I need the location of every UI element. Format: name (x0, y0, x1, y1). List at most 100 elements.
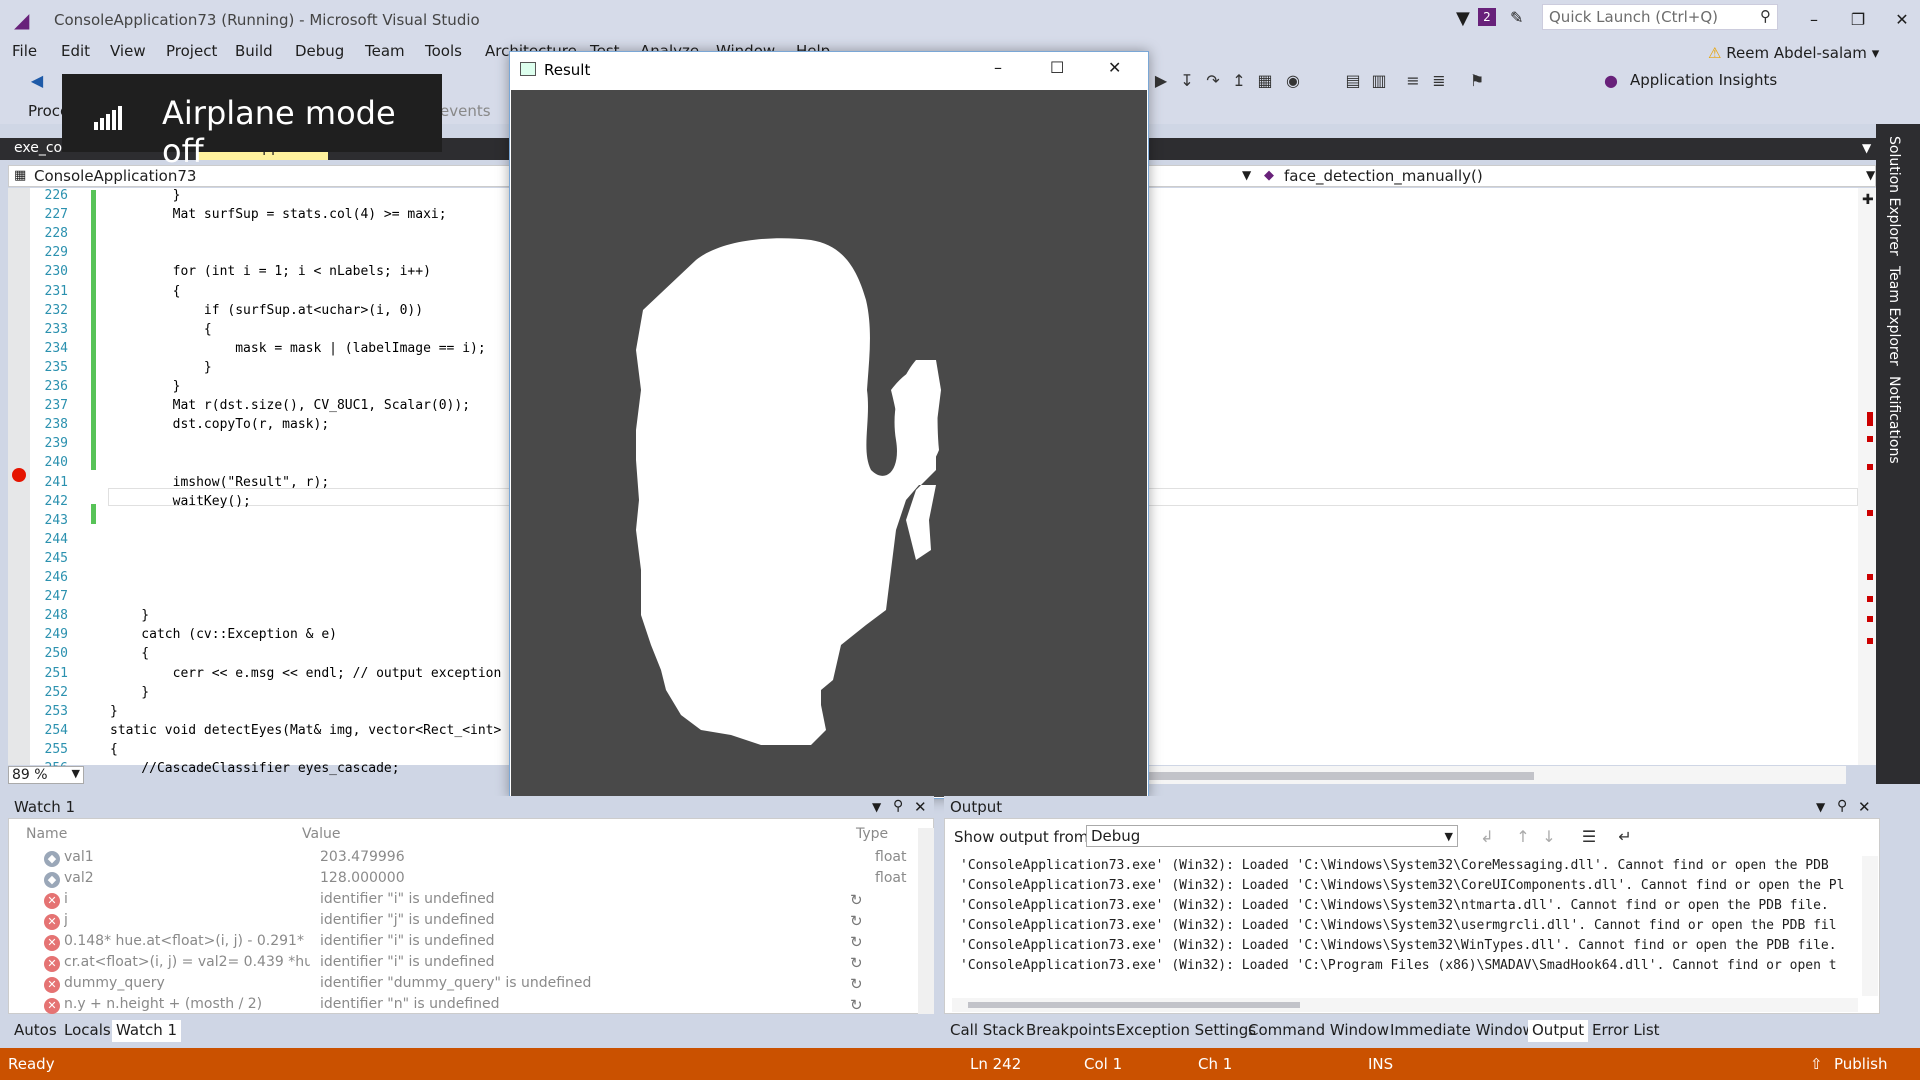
back-icon[interactable]: ◀ (26, 70, 48, 92)
bookmark-icon[interactable]: ⚑ (1466, 70, 1488, 92)
error-marker[interactable] (1867, 464, 1873, 470)
word-wrap-icon[interactable]: ↵ (1614, 826, 1636, 848)
watch-name[interactable]: 0.148* hue.at<float>(i, j) - 0.291* (64, 933, 310, 949)
step-into-icon[interactable]: ↧ (1176, 70, 1198, 92)
error-marker[interactable] (1867, 616, 1873, 622)
show-next-statement-icon[interactable]: ▶ (1150, 70, 1172, 92)
refresh-icon[interactable]: ↻ (850, 912, 863, 930)
watch-name[interactable]: val2 (64, 870, 310, 886)
code-line[interactable]: } (110, 188, 181, 203)
refresh-icon[interactable]: ↻ (850, 933, 863, 951)
code-line[interactable]: } (110, 379, 181, 394)
code-line[interactable]: cerr << e.msg << endl; // output excepti… (110, 666, 502, 681)
error-marker[interactable] (1867, 574, 1873, 580)
code-line[interactable]: { (110, 284, 181, 299)
close-icon[interactable]: ✕ (914, 798, 927, 816)
split-window-icon[interactable]: ✚ (1862, 192, 1874, 208)
watch-name[interactable]: i (64, 891, 310, 907)
error-marker[interactable] (1867, 638, 1873, 644)
notification-count-badge[interactable]: 2 (1478, 8, 1496, 26)
properties-icon[interactable]: ▥ (1368, 70, 1390, 92)
pin-icon[interactable]: ⚲ (1837, 798, 1847, 814)
next-message-icon[interactable]: ↓ (1538, 826, 1560, 848)
result-close-button[interactable]: ✕ (1108, 58, 1121, 77)
code-line[interactable]: } (110, 608, 149, 623)
publish-icon[interactable]: ⇧ (1810, 1055, 1823, 1073)
function-dropdown-arrow-icon[interactable]: ▼ (1866, 168, 1875, 182)
watch-row[interactable]: ✕ 0.148* hue.at<float>(i, j) - 0.291* iden… (20, 933, 920, 953)
watch-column-value[interactable]: Value (302, 826, 340, 842)
vertical-scrollbar[interactable] (1858, 188, 1876, 765)
toolbox-icon[interactable]: ▤ (1342, 70, 1364, 92)
watch-name[interactable]: j (64, 912, 310, 928)
threads-icon[interactable]: ▦ (1254, 70, 1276, 92)
code-line[interactable]: Mat r(dst.size(), CV_8UC1, Scalar(0)); (110, 398, 470, 413)
result-minimize-button[interactable]: – (994, 58, 1002, 77)
tab-list-dropdown-icon[interactable]: ▼ (1862, 141, 1871, 155)
tab-output[interactable]: Output (1528, 1020, 1589, 1042)
outdent-icon[interactable]: ≣ (1428, 70, 1450, 92)
menu-build[interactable]: Build (235, 42, 273, 60)
code-line[interactable]: //CascadeClassifier eyes_cascade; (110, 761, 399, 776)
watch-row[interactable]: ◆ val1 203.479996 float (20, 849, 920, 869)
watch-row[interactable]: ✕ i identifier "i" is undefined ↻ (20, 891, 920, 911)
publish-button[interactable]: Publish (1834, 1055, 1887, 1073)
code-line[interactable]: waitKey(); (110, 494, 251, 509)
refresh-icon[interactable]: ↻ (850, 954, 863, 972)
feedback-icon[interactable]: ✎ (1510, 8, 1523, 27)
watch-row[interactable]: ✕ n.y + n.height + (mosth / 2) identifier … (20, 996, 920, 1016)
watch-name[interactable]: n.y + n.height + (mosth / 2) (64, 996, 310, 1012)
watch-name[interactable]: val1 (64, 849, 310, 865)
watch-name[interactable]: cr.at<float>(i, j) = val2= 0.439 *hue (64, 954, 310, 970)
menu-view[interactable]: View (110, 42, 146, 60)
pin-icon[interactable]: ⚲ (893, 798, 903, 814)
tab-team-explorer[interactable]: Team Explorer (1886, 266, 1902, 366)
error-marker[interactable] (1867, 510, 1873, 516)
user-account[interactable]: ⚠ Reem Abdel-salam ▾ (1708, 44, 1879, 62)
menu-debug[interactable]: Debug (295, 42, 344, 60)
previous-message-icon[interactable]: ↑ (1512, 826, 1534, 848)
menu-file[interactable]: File (12, 42, 37, 60)
tab-call-stack[interactable]: Call Stack (946, 1020, 1028, 1042)
tab-notifications[interactable]: Notifications (1886, 376, 1902, 464)
tab-autos[interactable]: Autos (10, 1020, 61, 1042)
result-maximize-button[interactable]: ☐ (1050, 58, 1064, 77)
tab-locals[interactable]: Locals (60, 1020, 115, 1042)
error-marker[interactable] (1867, 596, 1873, 602)
watch-row[interactable]: ✕ dummy_query identifier "dummy_query" is … (20, 975, 920, 995)
breakpoint-icon[interactable] (12, 468, 26, 482)
refresh-icon[interactable]: ↻ (850, 975, 863, 993)
zoom-level-dropdown[interactable]: 89 % ▼ (8, 766, 84, 784)
code-line[interactable]: dst.copyTo(r, mask); (110, 417, 330, 432)
menu-tools[interactable]: Tools (425, 42, 462, 60)
tab-breakpoints[interactable]: Breakpoints (1022, 1020, 1119, 1042)
output-options-dropdown-icon[interactable]: ▼ (1816, 800, 1825, 814)
clear-all-icon[interactable]: ☰ (1578, 826, 1600, 848)
code-line[interactable]: static void detectEyes(Mat& img, vector<… (110, 723, 501, 738)
quick-launch-input[interactable]: Quick Launch (Ctrl+Q) ⚲ (1542, 4, 1778, 30)
menu-team[interactable]: Team (365, 42, 405, 60)
close-button[interactable]: ✕ (1888, 6, 1916, 34)
output-vertical-scrollbar[interactable] (1862, 856, 1878, 996)
code-line[interactable]: mask = mask | (labelImage == i); (110, 341, 485, 356)
code-line[interactable]: if (surfSup.at<uchar>(i, 0)) (110, 303, 423, 318)
code-line[interactable]: { (110, 322, 212, 337)
output-source-dropdown[interactable]: Debug ▼ (1086, 825, 1458, 847)
scope-dropdown-arrow-icon[interactable]: ▼ (1242, 168, 1251, 182)
code-line[interactable]: { (110, 646, 149, 661)
tab-immediate-window[interactable]: Immediate Window (1386, 1020, 1539, 1042)
tab-error-list[interactable]: Error List (1588, 1020, 1664, 1042)
watch-row[interactable]: ✕ j identifier "j" is undefined ↻ (20, 912, 920, 932)
function-dropdown[interactable]: face_detection_manually() (1284, 167, 1483, 185)
tab-exception-settings[interactable]: Exception Settings (1112, 1020, 1260, 1042)
code-line[interactable]: catch (cv::Exception & e) (110, 627, 337, 642)
code-line[interactable]: { (110, 742, 118, 757)
diagnostics-icon[interactable]: ◉ (1282, 70, 1304, 92)
horizontal-scroll-thumb[interactable] (1146, 772, 1534, 780)
code-line[interactable]: } (110, 685, 149, 700)
watch-vertical-scrollbar[interactable] (918, 828, 934, 1014)
watch-column-name[interactable]: Name (26, 826, 67, 842)
code-line[interactable]: } (110, 360, 212, 375)
filter-icon[interactable]: ▼ (1456, 8, 1470, 29)
step-over-icon[interactable]: ↷ (1202, 70, 1224, 92)
